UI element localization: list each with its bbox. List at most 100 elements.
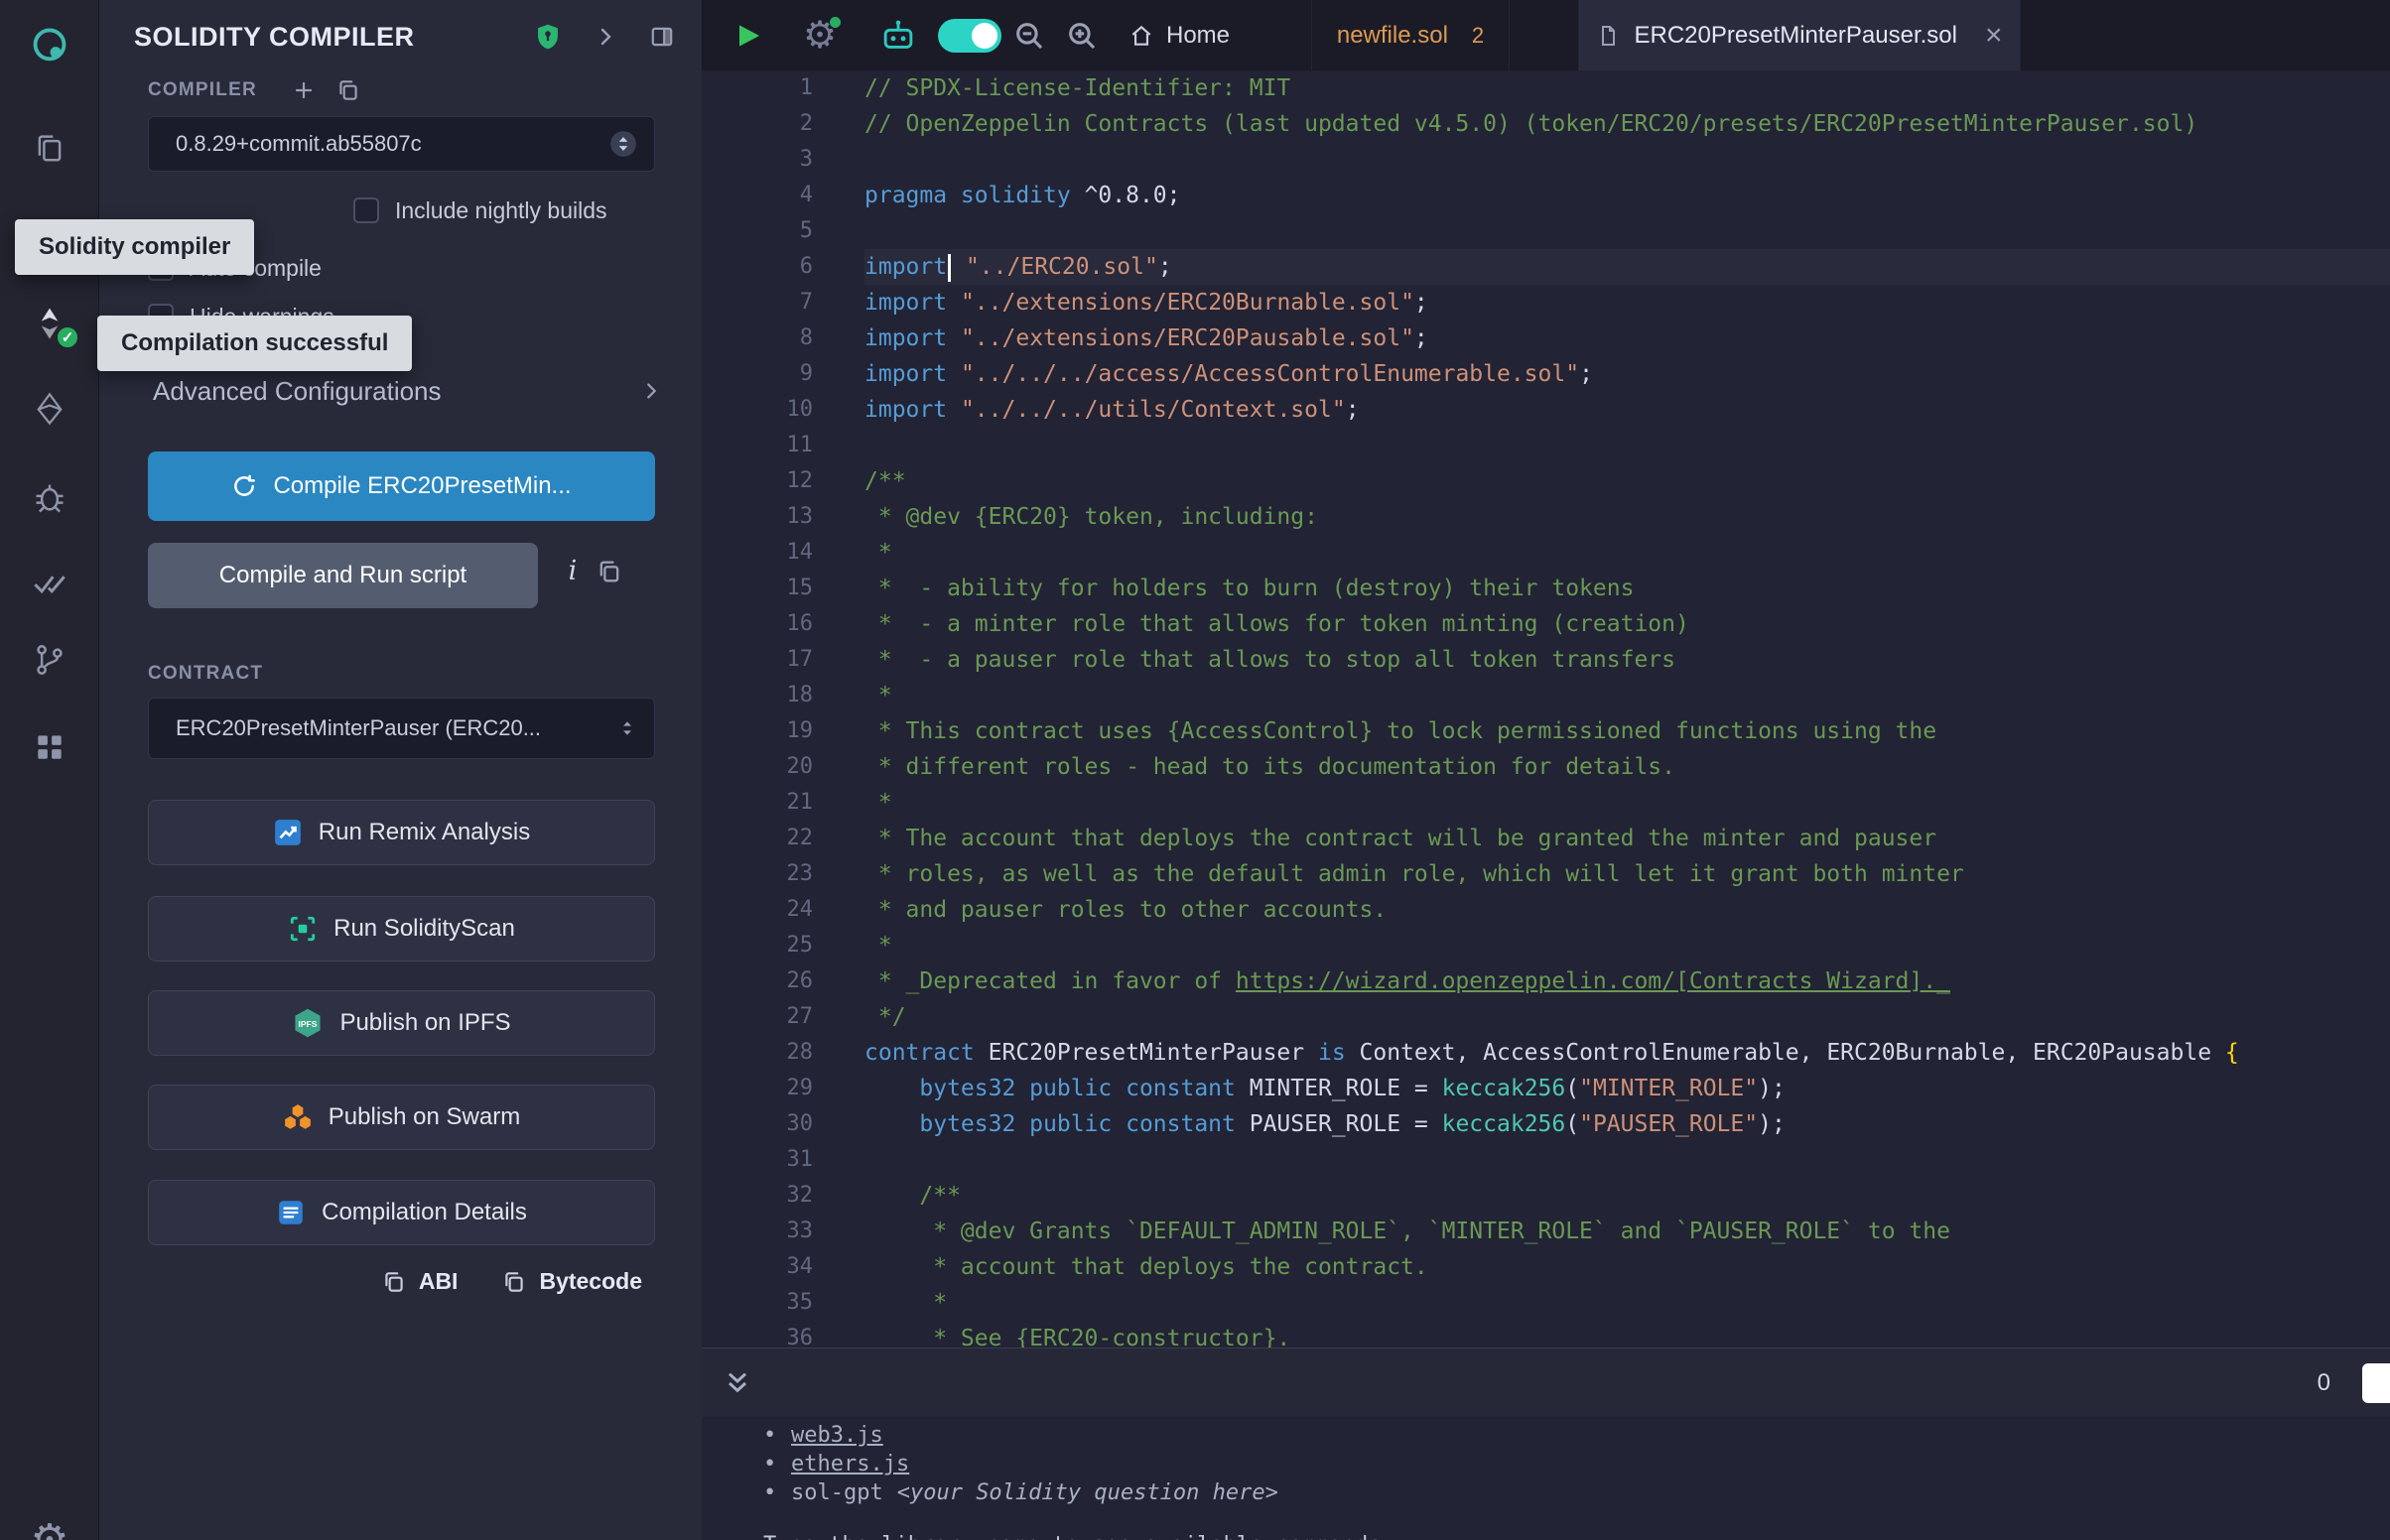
line-number[interactable]: 29 — [702, 1071, 813, 1106]
line-number[interactable]: 20 — [702, 749, 813, 785]
line-number[interactable]: 35 — [702, 1285, 813, 1321]
line-number[interactable]: 6 — [702, 249, 813, 285]
code-line[interactable]: * This contract uses {AccessControl} to … — [864, 713, 2390, 749]
code-line[interactable]: * - a pauser role that allows to stop al… — [864, 642, 2390, 678]
line-number[interactable]: 30 — [702, 1106, 813, 1142]
run-remix-analysis-button[interactable]: Run Remix Analysis — [148, 800, 655, 865]
zoom-in-icon[interactable] — [1065, 0, 1099, 70]
editor-code[interactable]: // SPDX-License-Identifier: MIT// OpenZe… — [821, 70, 2390, 1348]
chevron-right-icon[interactable] — [594, 25, 617, 49]
contract-stepper-icon[interactable] — [616, 715, 638, 741]
compiler-gear-icon[interactable]: ⚙ — [803, 0, 837, 70]
line-number[interactable]: 34 — [702, 1249, 813, 1285]
remix-logo[interactable] — [0, 18, 99, 73]
publish-on-ipfs-button[interactable]: IPFS Publish on IPFS — [148, 990, 655, 1056]
tab-home[interactable]: Home — [1121, 0, 1238, 70]
line-number[interactable]: 22 — [702, 821, 813, 856]
code-line[interactable]: * — [864, 928, 2390, 963]
line-number[interactable]: 32 — [702, 1178, 813, 1214]
code-line[interactable]: /** — [864, 463, 2390, 499]
plus-icon[interactable] — [292, 78, 316, 102]
advanced-configurations[interactable]: Advanced Configurations — [153, 365, 662, 417]
contract-select[interactable]: ERC20PresetMinterPauser (ERC20... — [148, 698, 655, 759]
info-icon[interactable]: i — [558, 556, 588, 586]
code-editor[interactable]: 1234567891011121314151617181920212223242… — [702, 70, 2390, 1348]
code-line[interactable]: import "../extensions/ERC20Pausable.sol"… — [864, 321, 2390, 356]
publish-on-swarm-button[interactable]: Publish on Swarm — [148, 1085, 655, 1150]
code-line[interactable]: * - ability for holders to burn (destroy… — [864, 571, 2390, 606]
copy-abi-button[interactable]: ABI — [381, 1268, 459, 1295]
code-line[interactable]: * — [864, 785, 2390, 821]
line-number[interactable]: 8 — [702, 321, 813, 356]
code-line[interactable]: * roles, as well as the default admin ro… — [864, 856, 2390, 892]
code-line[interactable]: contract ERC20PresetMinterPauser is Cont… — [864, 1035, 2390, 1071]
code-line[interactable]: /** — [864, 1178, 2390, 1214]
compile-button[interactable]: Compile ERC20PresetMin... — [148, 451, 655, 521]
line-number[interactable]: 15 — [702, 571, 813, 606]
code-line[interactable]: * and pauser roles to other accounts. — [864, 892, 2390, 928]
code-line[interactable]: import "../ERC20.sol"; — [864, 249, 2390, 285]
line-number[interactable]: 27 — [702, 999, 813, 1035]
ai-toggle[interactable] — [938, 0, 1001, 70]
code-line[interactable]: * @dev {ERC20} token, including: — [864, 499, 2390, 535]
line-number[interactable]: 17 — [702, 642, 813, 678]
close-icon[interactable]: × — [1985, 21, 2003, 51]
terminal-search-input[interactable] — [2362, 1363, 2390, 1403]
line-number[interactable]: 31 — [702, 1142, 813, 1178]
shield-icon[interactable] — [534, 22, 562, 52]
code-line[interactable] — [864, 428, 2390, 463]
file-explorer-icon[interactable] — [0, 121, 99, 177]
code-line[interactable]: * _Deprecated in favor of https://wizard… — [864, 963, 2390, 999]
play-icon[interactable] — [731, 0, 763, 70]
line-number[interactable]: 36 — [702, 1321, 813, 1348]
code-line[interactable]: * @dev Grants `DEFAULT_ADMIN_ROLE`, `MIN… — [864, 1214, 2390, 1249]
version-stepper-icon[interactable] — [608, 129, 638, 159]
line-number[interactable]: 13 — [702, 499, 813, 535]
plugin-manager-icon[interactable] — [0, 719, 99, 775]
ai-robot-icon[interactable] — [878, 0, 918, 70]
compiler-version-select[interactable]: 0.8.29+commit.ab55807c — [148, 116, 655, 172]
code-line[interactable]: // OpenZeppelin Contracts (last updated … — [864, 106, 2390, 142]
chevron-double-down-icon[interactable] — [722, 1348, 753, 1418]
compile-and-run-button[interactable]: Compile and Run script — [148, 543, 538, 608]
code-line[interactable]: * account that deploys the contract. — [864, 1249, 2390, 1285]
tab-erc20-preset[interactable]: ERC20PresetMinterPauser.sol × — [1578, 0, 2021, 70]
web3js-link[interactable]: web3.js — [791, 1421, 883, 1450]
line-number[interactable]: 4 — [702, 178, 813, 213]
code-line[interactable]: import "../extensions/ERC20Burnable.sol"… — [864, 285, 2390, 321]
code-line[interactable]: * — [864, 535, 2390, 571]
line-number[interactable]: 3 — [702, 142, 813, 178]
code-line[interactable] — [864, 1142, 2390, 1178]
code-line[interactable]: * different roles - head to its document… — [864, 749, 2390, 785]
code-line[interactable]: * The account that deploys the contract … — [864, 821, 2390, 856]
code-line[interactable]: bytes32 public constant MINTER_ROLE = ke… — [864, 1071, 2390, 1106]
settings-gear-icon[interactable]: ⚙ — [0, 1512, 99, 1540]
run-solidityscan-button[interactable]: Run SolidityScan — [148, 896, 655, 962]
source-control-icon[interactable] — [0, 632, 99, 688]
code-line[interactable]: // SPDX-License-Identifier: MIT — [864, 70, 2390, 106]
copy-bytecode-button[interactable]: Bytecode — [501, 1268, 642, 1295]
code-line[interactable]: * See {ERC20-constructor}. — [864, 1321, 2390, 1348]
line-number[interactable]: 26 — [702, 963, 813, 999]
solidity-compiler-icon[interactable]: ✓ — [0, 296, 99, 351]
line-number[interactable]: 7 — [702, 285, 813, 321]
line-number[interactable]: 19 — [702, 713, 813, 749]
line-number[interactable]: 28 — [702, 1035, 813, 1071]
code-line[interactable]: */ — [864, 999, 2390, 1035]
debugger-icon[interactable] — [0, 469, 99, 525]
line-number[interactable]: 11 — [702, 428, 813, 463]
line-number[interactable]: 1 — [702, 70, 813, 106]
static-analysis-icon[interactable] — [0, 556, 99, 611]
zoom-out-icon[interactable] — [1012, 0, 1046, 70]
code-line[interactable]: import "../../../access/AccessControlEnu… — [864, 356, 2390, 392]
line-number[interactable]: 16 — [702, 606, 813, 642]
code-line[interactable] — [864, 142, 2390, 178]
line-number[interactable]: 12 — [702, 463, 813, 499]
panel-layout-icon[interactable] — [649, 24, 675, 50]
line-number[interactable]: 21 — [702, 785, 813, 821]
code-line[interactable]: pragma solidity ^0.8.0; — [864, 178, 2390, 213]
line-number[interactable]: 5 — [702, 213, 813, 249]
line-number[interactable]: 23 — [702, 856, 813, 892]
copy-icon[interactable] — [335, 77, 361, 103]
code-line[interactable]: * — [864, 1285, 2390, 1321]
